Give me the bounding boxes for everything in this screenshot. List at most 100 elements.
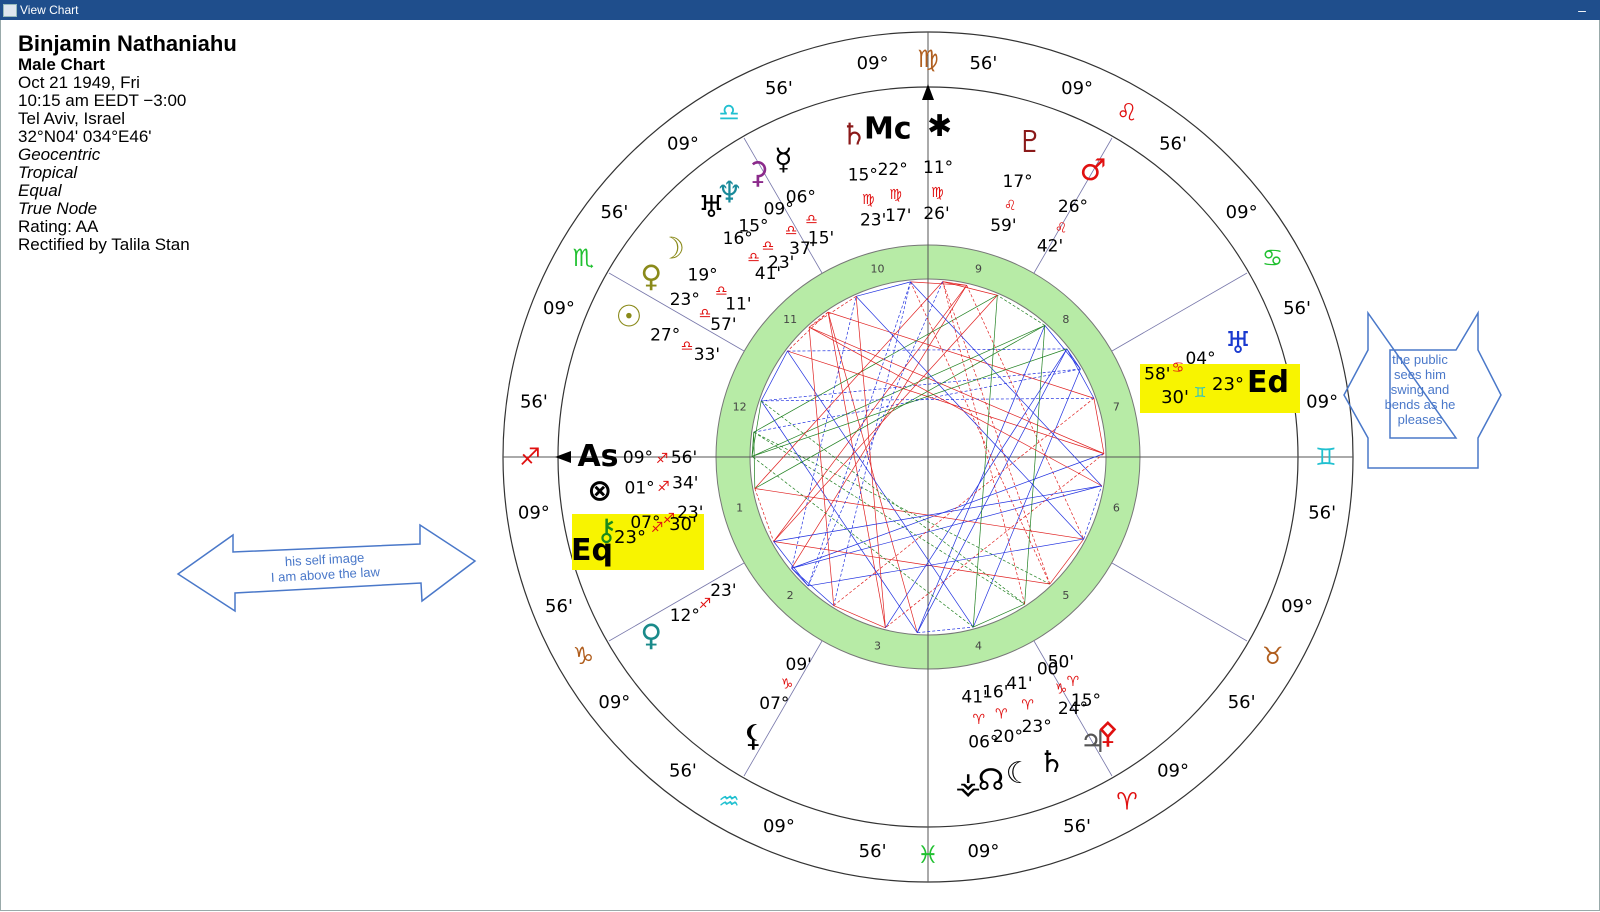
zodiac-sign-icon: ♎ [718, 98, 740, 126]
cusp-minute: 56' [969, 53, 997, 74]
mars-icon: ♂ [1080, 153, 1107, 188]
house-number: 8 [1062, 313, 1069, 326]
ascendant-sign-icon: ♐ [656, 451, 669, 467]
house-number: 11 [783, 313, 797, 326]
zodiac-sign-icon: ♋ [1262, 244, 1284, 272]
house-number: 1 [736, 501, 743, 514]
saturn-minute: 23' [860, 210, 886, 230]
sun-degree: 27° [650, 325, 680, 345]
zodiac-sign-icon: ♓ [917, 841, 939, 869]
eq-west-sign-icon: ♐ [651, 520, 664, 536]
cusp-degree: 09° [967, 841, 999, 862]
mc-arrow-icon [922, 84, 934, 100]
ascendant-degree: 09° [623, 448, 653, 468]
cusp-degree: 09° [1281, 596, 1313, 617]
pluto-minute: 59' [990, 216, 1016, 236]
midheaven-degree: 22° [878, 160, 908, 180]
vertex-minute: 26' [923, 204, 949, 224]
cusp-minute: 56' [1063, 816, 1091, 837]
eq-west-icon: Eq [571, 533, 613, 568]
asc-arrow-icon [555, 451, 571, 463]
zodiac-sign-icon: ♑ [573, 642, 595, 670]
mars-sign-icon: ♌ [1055, 221, 1068, 237]
pallas-minute: 57' [710, 315, 736, 335]
sun-sign-icon: ♎ [681, 339, 694, 355]
pallas-degree: 23° [670, 290, 700, 310]
cusp-minute: 56' [600, 202, 628, 223]
uranus-symbol-minute: 41' [755, 264, 781, 284]
lilith-minute: 09' [786, 655, 812, 675]
zodiac-sign-icon: ♏ [573, 244, 595, 272]
eq-east-sign-icon: ♊ [1194, 385, 1207, 401]
uranus-minute: 58' [1144, 365, 1170, 385]
midheaven-icon: Mc [864, 111, 912, 146]
cusp-degree: 09° [1306, 392, 1338, 413]
sun-minute: 33' [694, 345, 720, 365]
house-number: 12 [733, 401, 747, 414]
zodiac-sign-icon: ♌ [1116, 98, 1138, 126]
house-number: 9 [975, 263, 982, 276]
saturn-symbol-sign-icon: ♈ [1021, 698, 1034, 714]
house-number: 6 [1113, 501, 1120, 514]
house-number: 2 [787, 589, 794, 602]
public-note-line: pleases [1397, 412, 1443, 427]
black-moon-icon: ☾ [1006, 756, 1033, 791]
mercury-sign-icon: ♎ [805, 212, 818, 228]
saturn-symbol-minute: 41' [1006, 674, 1032, 694]
zodiac-sign-icon: ♈ [1116, 788, 1138, 816]
zodiac-sign-icon: ♍ [917, 45, 939, 73]
cusp-degree: 09° [543, 298, 575, 319]
cusp-degree: 09° [1157, 761, 1189, 782]
cusp-degree: 09° [518, 502, 550, 523]
cusp-minute: 56' [520, 392, 548, 413]
cusp-minute: 56' [1228, 692, 1256, 713]
venus-icon: ♀ [640, 619, 662, 654]
ceres-icon: ⚳ [747, 156, 769, 191]
part-of-fortune-icon: ⊗ [587, 473, 612, 508]
ascendant-icon: As [577, 439, 618, 474]
cusp-degree: 09° [1061, 78, 1093, 99]
north-node-sign-icon: ♈ [972, 712, 985, 728]
venus-minute: 23' [710, 581, 736, 601]
sun-icon: ☉ [615, 300, 642, 335]
part-of-fortune-degree: 01° [625, 478, 655, 498]
black-moon-sign-icon: ♈ [995, 707, 1008, 723]
part-of-fortune-minute: 34' [672, 474, 698, 494]
cusp-minute: 56' [859, 841, 887, 862]
cusp-minute: 56' [1283, 298, 1311, 319]
saturn-sign-icon: ♍ [862, 192, 875, 208]
uranus-icon: ♅ [1225, 326, 1252, 361]
eq-west-minute: 30' [669, 514, 697, 535]
juno-minute: 50' [1048, 653, 1074, 673]
juno-icon: ⚴ [1097, 716, 1119, 751]
vesta-icon: ⚶ [955, 767, 981, 802]
uranus-symbol-icon: ♅ [698, 190, 725, 225]
uranus-sign-icon: ♋ [1172, 360, 1185, 376]
ascendant-minute: 56' [671, 448, 697, 468]
saturn-symbol-icon: ♄ [1038, 745, 1065, 780]
house-number: 7 [1113, 401, 1120, 414]
juno-sign-icon: ♈ [1067, 674, 1080, 690]
saturn-degree: 15° [848, 165, 878, 185]
pallas-icon: ♀ [640, 259, 662, 294]
vertex-sign-icon: ♍ [931, 185, 944, 201]
mars-degree: 26° [1058, 197, 1088, 217]
cusp-degree: 09° [598, 692, 630, 713]
juno-degree: 15° [1071, 691, 1101, 711]
house-number: 10 [871, 263, 885, 276]
cusp-degree: 09° [857, 53, 889, 74]
saturn-icon: ♄ [840, 117, 867, 152]
public-note-line: bends as he [1384, 397, 1456, 412]
north-node-icon: ☊ [978, 763, 1005, 798]
cusp-minute: 56' [1308, 502, 1336, 523]
eq-east-degree: 23° [1212, 374, 1244, 395]
pluto-degree: 17° [1003, 172, 1033, 192]
cusp-degree: 09° [667, 133, 699, 154]
midheaven-minute: 17' [885, 206, 911, 226]
lilith-sign-icon: ♑ [781, 677, 794, 693]
public-note-line: swing and [1390, 382, 1450, 397]
cusp-minute: 56' [669, 761, 697, 782]
uranus-degree: 04° [1185, 349, 1215, 369]
cusp-degree: 09° [1226, 202, 1258, 223]
house-number: 3 [874, 639, 881, 652]
